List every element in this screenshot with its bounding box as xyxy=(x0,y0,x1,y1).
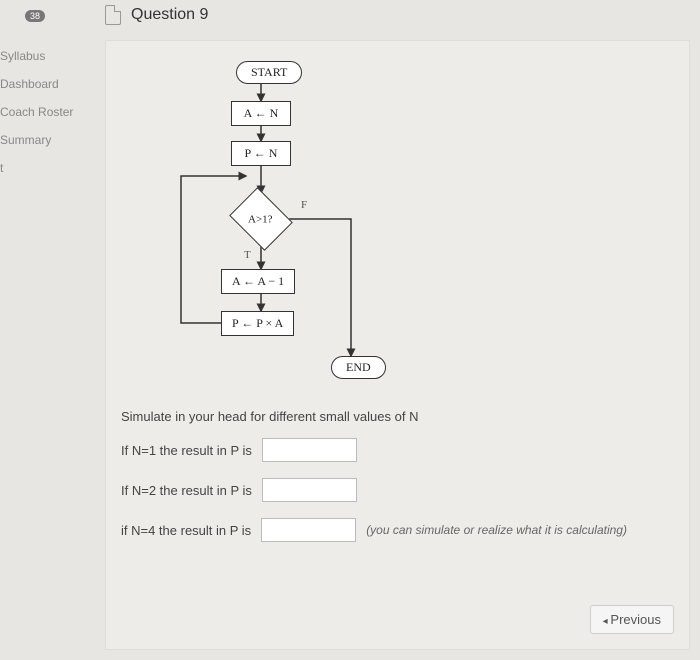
question-n4-hint: (you can simulate or realize what it is … xyxy=(366,523,627,537)
question-row-n4: if N=4 the result in P is (you can simul… xyxy=(121,518,674,542)
flowchart-step-a-n: A ← N xyxy=(231,101,291,126)
sidebar-item-summary[interactable]: Summary xyxy=(0,126,95,154)
flowchart-diagram: START A ← N P ← N A>1? F T A ← A − 1 P ←… xyxy=(171,61,431,391)
content-card: START A ← N P ← N A>1? F T A ← A − 1 P ←… xyxy=(105,40,690,650)
question-row-n1: If N=1 the result in P is xyxy=(121,438,674,462)
sidebar-item-syllabus[interactable]: Syllabus xyxy=(0,42,95,70)
question-header: Question 9 xyxy=(95,0,700,35)
flowchart-step-a-dec: A ← A − 1 xyxy=(221,269,295,294)
count-badge: 38 xyxy=(25,10,45,22)
previous-button[interactable]: Previous xyxy=(590,605,674,634)
flowchart-step-p-n: P ← N xyxy=(231,141,291,166)
sidebar-item-t[interactable]: t xyxy=(0,154,95,182)
flowchart-end: END xyxy=(331,356,386,379)
answer-input-n4[interactable] xyxy=(261,518,356,542)
flowchart-label-false: F xyxy=(301,199,307,211)
sidebar-item-coach-roster[interactable]: Coach Roster xyxy=(0,98,95,126)
flowchart-arrows xyxy=(171,61,431,391)
flowchart-step-p-mul: P ← P × A xyxy=(221,311,294,336)
answer-input-n1[interactable] xyxy=(262,438,357,462)
sidebar-item-dashboard[interactable]: Dashboard xyxy=(0,70,95,98)
flowchart-decision: A>1? xyxy=(229,187,293,251)
question-n1-label: If N=1 the result in P is xyxy=(121,443,252,458)
sidebar: 38 Syllabus Dashboard Coach Roster Summa… xyxy=(0,0,95,660)
page-icon xyxy=(105,5,121,25)
instruction-text: Simulate in your head for different smal… xyxy=(121,409,674,424)
footer-nav: Previous xyxy=(590,605,674,634)
answer-input-n2[interactable] xyxy=(262,478,357,502)
main-content: Question 9 xyxy=(95,0,700,660)
flowchart-start: START xyxy=(236,61,302,84)
flowchart-label-true: T xyxy=(244,249,251,261)
question-title: Question 9 xyxy=(131,6,208,24)
question-row-n2: If N=2 the result in P is xyxy=(121,478,674,502)
question-n4-label: if N=4 the result in P is xyxy=(121,523,251,538)
question-n2-label: If N=2 the result in P is xyxy=(121,483,252,498)
